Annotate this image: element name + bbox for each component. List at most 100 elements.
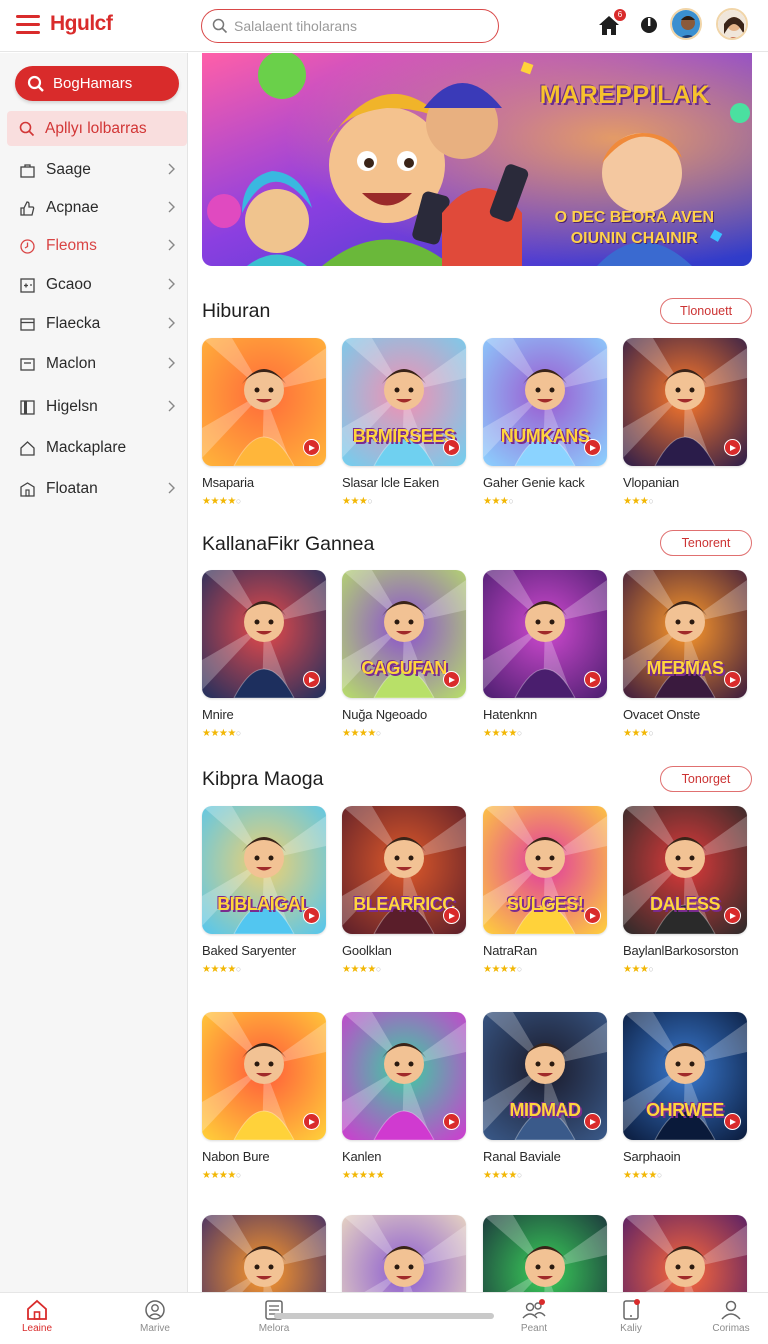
play-icon[interactable] xyxy=(584,671,601,688)
user-icon xyxy=(721,1300,741,1320)
nav-label: Marive xyxy=(139,1323,170,1334)
game-card[interactable] xyxy=(623,1215,747,1292)
play-icon[interactable] xyxy=(443,671,460,688)
game-card[interactable]: CAGUFAN Nuğa Ngeoado ★★★★○ xyxy=(342,570,466,739)
play-icon[interactable] xyxy=(303,671,320,688)
chevron-right-icon xyxy=(168,317,175,329)
play-icon[interactable] xyxy=(584,1113,601,1130)
avatar-user[interactable] xyxy=(670,8,702,40)
sidebar-item-higelsn[interactable]: Higelsn xyxy=(0,390,188,424)
star-rating: ★★★★○ xyxy=(623,1170,662,1181)
game-card[interactable]: MEBMAS Ovacet Onste ★★★○ xyxy=(623,570,747,739)
play-icon[interactable] xyxy=(724,439,741,456)
home-icon xyxy=(20,440,35,456)
sidebar-item-label: Mackaplare xyxy=(46,439,127,456)
sidebar-item-mackaplare[interactable]: Mackaplare xyxy=(0,431,188,465)
play-icon[interactable] xyxy=(584,907,601,924)
game-card[interactable]: DALESS BaylanlBarkosorston ★★★○ xyxy=(623,806,747,975)
game-card[interactable]: Mnire ★★★★○ xyxy=(202,570,326,739)
sidebar-item-floatan[interactable]: Floatan xyxy=(0,472,188,506)
sidebar-item-flaecka[interactable]: Flaecka xyxy=(0,307,188,341)
nav-item-corimas[interactable]: Corimas xyxy=(691,1299,768,1334)
section-title: Kibpra Maoga xyxy=(202,768,324,790)
chevron-right-icon xyxy=(168,239,175,251)
brand-logo[interactable]: Hgulcf xyxy=(50,12,113,36)
play-icon[interactable] xyxy=(584,439,601,456)
bag-icon xyxy=(20,163,35,178)
game-card[interactable]: Vlopanian ★★★○ xyxy=(623,338,747,507)
nav-item-leaine[interactable]: Leaine xyxy=(0,1299,77,1334)
sidebar-item-label: Gcaoo xyxy=(46,276,92,293)
menu-icon[interactable] xyxy=(16,15,40,35)
banner-subtitle: O DEC BEORA AVEN OIUNIN CHAINIR xyxy=(555,207,714,249)
game-box-icon xyxy=(20,277,35,293)
sidebar-item-saage[interactable]: Saage xyxy=(0,153,188,187)
sidebar-item-fleoms[interactable]: Fleoms xyxy=(0,229,188,263)
game-title: Goolklan xyxy=(342,943,392,958)
sidebar-item-acpnae[interactable]: Acpnae xyxy=(0,191,188,225)
nav-item-kaliy[interactable]: Kaliy xyxy=(591,1299,671,1334)
see-all-button[interactable]: Tenorent xyxy=(660,530,752,556)
game-thumbnail: BLEARRICC xyxy=(342,806,466,934)
sidebar-item-label: Flaecka xyxy=(46,315,101,332)
game-card[interactable]: BLEARRICC Goolklan ★★★★○ xyxy=(342,806,466,975)
play-icon[interactable] xyxy=(724,1113,741,1130)
play-icon[interactable] xyxy=(443,439,460,456)
star-rating: ★★★★○ xyxy=(483,728,522,739)
search-input[interactable] xyxy=(234,18,474,34)
play-icon[interactable] xyxy=(724,907,741,924)
sidebar-active-label: Apllyı lolbarras xyxy=(45,119,147,137)
game-card[interactable]: Hatenknn ★★★★○ xyxy=(483,570,607,739)
game-card[interactable] xyxy=(342,1215,466,1292)
play-icon[interactable] xyxy=(303,439,320,456)
star-rating: ★★★★○ xyxy=(483,964,522,975)
game-card[interactable]: Kanlen ★★★★★ xyxy=(342,1012,466,1181)
app-root: Hgulcf 6 BogHamars Apllyı lolbarras xyxy=(0,0,768,1344)
search-icon xyxy=(27,75,44,92)
game-card[interactable] xyxy=(483,1215,607,1292)
star-rating: ★★★★○ xyxy=(202,964,241,975)
sidebar-primary-button[interactable]: BogHamars xyxy=(15,66,179,101)
main-content: MAREPPILAK O DEC BEORA AVEN OIUNIN CHAIN… xyxy=(188,53,768,1292)
game-card[interactable]: BIBLAIGAL Baked Saryenter ★★★★○ xyxy=(202,806,326,975)
game-thumbnail: SULGES! xyxy=(483,806,607,934)
power-button[interactable] xyxy=(636,12,662,38)
game-thumbnail xyxy=(202,338,326,466)
sidebar-item-label: Floatan xyxy=(46,480,98,497)
game-thumbnail xyxy=(342,1215,466,1292)
game-card[interactable]: NUMKANS Gaher Genie kack ★★★○ xyxy=(483,338,607,507)
game-card[interactable]: SULGES! NatraRan ★★★★○ xyxy=(483,806,607,975)
see-all-button[interactable]: Tlonouett xyxy=(660,298,752,324)
game-thumbnail: CAGUFAN xyxy=(342,570,466,698)
game-thumbnail: OHRWEE xyxy=(623,1012,747,1140)
game-thumbnail: BRMIRSEES xyxy=(342,338,466,466)
play-icon[interactable] xyxy=(443,907,460,924)
nav-item-marive[interactable]: Marive xyxy=(115,1299,195,1334)
nav-label: Corimas xyxy=(712,1323,750,1334)
chevron-right-icon xyxy=(168,482,175,494)
sidebar-item-active[interactable]: Apllyı lolbarras xyxy=(7,111,187,146)
star-rating: ★★★★○ xyxy=(342,728,381,739)
game-card[interactable]: Nabon Bure ★★★★○ xyxy=(202,1012,326,1181)
nav-item-peant[interactable]: Peant xyxy=(494,1299,574,1334)
game-title: NatraRan xyxy=(483,943,538,958)
play-icon[interactable] xyxy=(303,907,320,924)
game-card[interactable]: BRMIRSEES Slasar lcle Eaken ★★★○ xyxy=(342,338,466,507)
game-card[interactable]: Msaparia ★★★★○ xyxy=(202,338,326,507)
game-title: Baked Saryenter xyxy=(202,943,296,958)
search-bar[interactable] xyxy=(201,9,499,43)
see-all-button[interactable]: Tonorget xyxy=(660,766,752,792)
game-card[interactable]: MIDMAD Ranal Baviale ★★★★○ xyxy=(483,1012,607,1181)
play-icon[interactable] xyxy=(303,1113,320,1130)
sidebar-item-maclon[interactable]: Maclon xyxy=(0,347,188,381)
play-icon[interactable] xyxy=(443,1113,460,1130)
game-thumbnail xyxy=(623,338,747,466)
game-card[interactable]: KUETA DIELS xyxy=(202,1215,326,1292)
book-icon xyxy=(20,399,35,415)
home-notification-button[interactable]: 6 xyxy=(596,9,626,38)
sidebar-item-gcaoo[interactable]: Gcaoo xyxy=(0,268,188,302)
game-card[interactable]: OHRWEE Sarphaoin ★★★★○ xyxy=(623,1012,747,1181)
hero-banner[interactable]: MAREPPILAK O DEC BEORA AVEN OIUNIN CHAIN… xyxy=(202,53,752,266)
play-icon[interactable] xyxy=(724,671,741,688)
avatar-friend[interactable] xyxy=(716,8,748,40)
